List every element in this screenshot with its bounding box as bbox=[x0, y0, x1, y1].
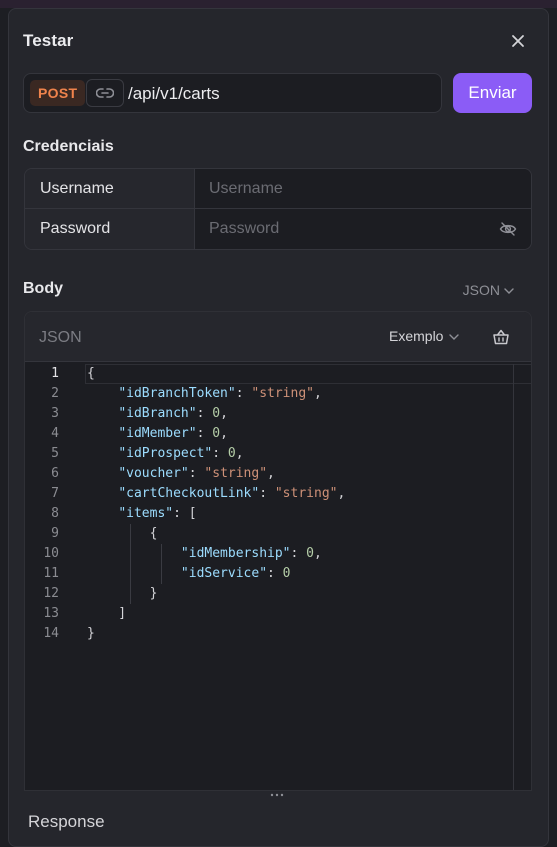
example-label: Exemplo bbox=[389, 328, 444, 344]
line-number: 10 bbox=[43, 546, 59, 561]
credentials-heading: Credenciais bbox=[23, 138, 114, 155]
url-path-input[interactable]: /api/v1/carts bbox=[128, 84, 220, 104]
send-button[interactable]: Enviar bbox=[453, 73, 532, 113]
test-dialog: Testar POST /api/v1/carts Enviar Credenc… bbox=[8, 8, 549, 847]
line-number: 2 bbox=[51, 386, 59, 401]
code-line[interactable]: 10 "idMembership": 0, bbox=[25, 544, 531, 564]
chevron-down-icon bbox=[449, 334, 460, 341]
active-line-highlight bbox=[85, 364, 531, 384]
code-line[interactable]: 7 "cartCheckoutLink": "string", bbox=[25, 484, 531, 504]
url-bar: POST /api/v1/carts bbox=[23, 73, 442, 113]
code-text: } bbox=[87, 626, 95, 641]
code-text: "idMembership": 0, bbox=[180, 546, 322, 561]
code-line[interactable]: 5 "idProspect": 0, bbox=[25, 444, 531, 464]
window-top-strip bbox=[0, 0, 557, 8]
basket-clear-icon[interactable] bbox=[491, 327, 511, 347]
line-number: 4 bbox=[51, 426, 59, 441]
code-text: "idProspect": 0, bbox=[118, 446, 244, 461]
code-text: "voucher": "string", bbox=[118, 466, 275, 481]
line-number: 3 bbox=[51, 406, 59, 421]
code-line[interactable]: 11 "idService": 0 bbox=[25, 564, 531, 584]
credentials-table: Username Username Password Password bbox=[24, 168, 532, 250]
code-line[interactable]: 1{ bbox=[25, 364, 531, 384]
body-format-select[interactable]: JSON bbox=[463, 282, 514, 298]
line-number: 6 bbox=[51, 466, 59, 481]
editor-format-label: JSON bbox=[39, 329, 82, 346]
code-text: "items": [ bbox=[118, 506, 197, 521]
password-label: Password bbox=[25, 209, 195, 249]
line-number: 5 bbox=[51, 446, 59, 461]
drag-handle-icon[interactable] bbox=[270, 793, 284, 797]
code-text: "cartCheckoutLink": "string", bbox=[118, 486, 346, 501]
password-row: Password Password bbox=[25, 209, 531, 249]
line-number: 12 bbox=[43, 586, 59, 601]
body-format-value: JSON bbox=[462, 282, 500, 298]
editor-ruler bbox=[513, 364, 514, 790]
code-line[interactable]: 2 "idBranchToken": "string", bbox=[25, 384, 531, 404]
code-text: "idBranch": 0, bbox=[118, 406, 228, 421]
code-line[interactable]: 4 "idMember": 0, bbox=[25, 424, 531, 444]
code-line[interactable]: 9 { bbox=[25, 524, 531, 544]
username-label: Username bbox=[25, 169, 195, 208]
editor-toolbar: JSON Exemplo bbox=[25, 312, 531, 362]
json-editor[interactable]: JSON Exemplo 1{2 "idBranchToken": "strin… bbox=[24, 311, 532, 791]
line-number: 9 bbox=[51, 526, 59, 541]
method-badge[interactable]: POST bbox=[30, 80, 86, 106]
code-text: "idBranchToken": "string", bbox=[118, 386, 322, 401]
code-line[interactable]: 8 "items": [ bbox=[25, 504, 531, 524]
password-field[interactable]: Password bbox=[195, 209, 531, 249]
line-number: 7 bbox=[51, 486, 59, 501]
example-dropdown[interactable]: Exemplo bbox=[389, 328, 460, 344]
line-number: 13 bbox=[43, 606, 59, 621]
link-icon[interactable] bbox=[86, 79, 124, 107]
eye-off-icon[interactable] bbox=[499, 220, 517, 238]
line-number: 8 bbox=[51, 506, 59, 521]
dialog-title: Testar bbox=[23, 31, 74, 50]
line-number: 14 bbox=[43, 626, 59, 641]
response-section-toggle[interactable]: Response bbox=[28, 812, 105, 832]
code-text: "idService": 0 bbox=[180, 566, 291, 581]
code-text: } bbox=[87, 586, 158, 601]
code-line[interactable]: 12 } bbox=[25, 584, 531, 604]
resize-handle[interactable] bbox=[24, 791, 532, 803]
code-line[interactable]: 14} bbox=[25, 624, 531, 644]
line-number: 1 bbox=[51, 366, 59, 381]
chevron-down-icon bbox=[504, 288, 514, 295]
code-line[interactable]: 13 ] bbox=[25, 604, 531, 624]
username-field[interactable]: Username bbox=[195, 169, 531, 208]
code-text: { bbox=[87, 366, 95, 381]
code-text: ] bbox=[87, 606, 127, 621]
close-icon[interactable] bbox=[506, 29, 530, 53]
code-text: { bbox=[87, 526, 158, 541]
code-line[interactable]: 3 "idBranch": 0, bbox=[25, 404, 531, 424]
body-heading: Body bbox=[23, 280, 63, 297]
code-line[interactable]: 6 "voucher": "string", bbox=[25, 464, 531, 484]
code-area[interactable]: 1{2 "idBranchToken": "string", 3 "idBranc… bbox=[25, 364, 531, 790]
line-number: 11 bbox=[43, 566, 59, 581]
code-text: "idMember": 0, bbox=[118, 426, 228, 441]
dialog-header: Testar bbox=[23, 31, 534, 53]
username-row: Username Username bbox=[25, 169, 531, 209]
